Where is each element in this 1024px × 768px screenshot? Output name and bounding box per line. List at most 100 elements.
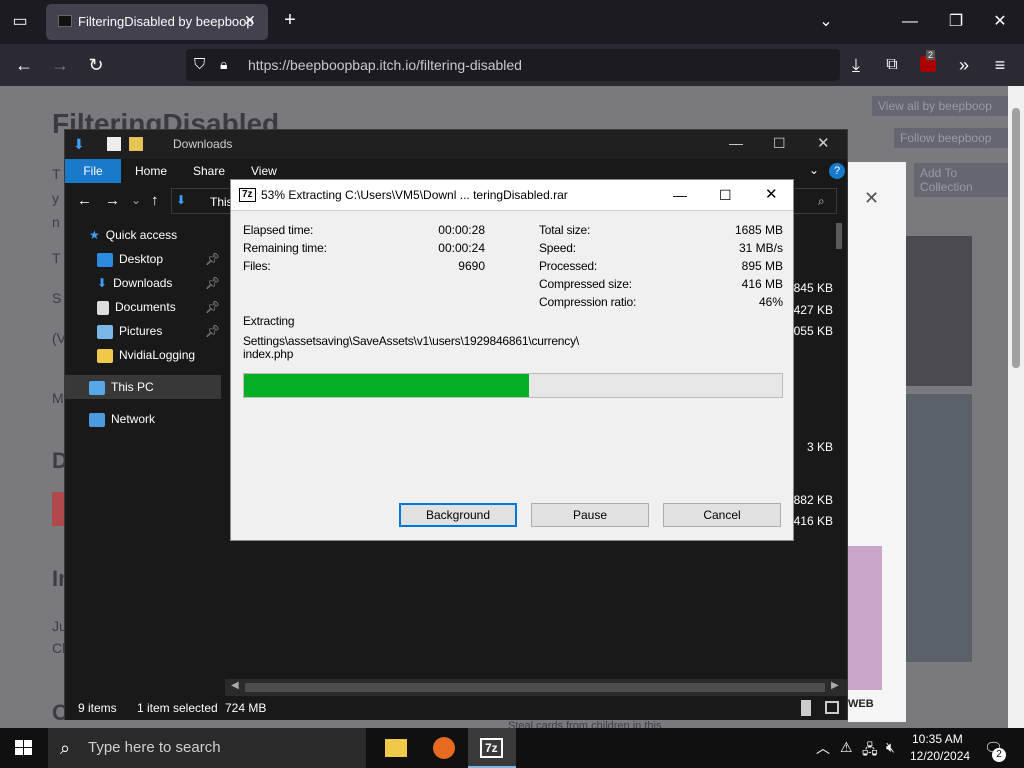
forward-icon[interactable]: → [50,55,70,75]
sidebar-item-documents[interactable]: Documents 📌︎ [97,295,221,319]
explorer-title-bar: ⬇ Downloads — ☐ ✕ [65,130,847,159]
new-tab-icon[interactable]: + [280,10,300,30]
taskbar-firefox[interactable] [420,728,468,768]
ribbon-view-tab[interactable]: View [251,164,277,178]
close-window-icon[interactable]: ✕ [990,12,1010,32]
details-view-icon[interactable] [801,700,811,716]
modal-close-icon[interactable]: ✕ [864,188,879,209]
url-text: https://beepboopbap.itch.io/filtering-di… [248,57,522,73]
sidebar-item-desktop[interactable]: Desktop 📌︎ [97,247,221,271]
scroll-right-icon[interactable]: ▶ [831,680,839,691]
shield-icon[interactable]: ⛉ [194,56,205,73]
pause-button[interactable]: Pause [531,503,649,527]
windows-start-icon[interactable] [15,740,33,756]
properties-icon[interactable] [107,137,121,151]
taskbar-search-box[interactable]: ⌕ Type here to search [48,728,366,768]
page-fragment: T [52,250,61,266]
scrollbar-thumb[interactable] [245,683,825,692]
7zip-app-icon: 7z [239,188,256,202]
browser-tab[interactable]: FilteringDisabled by beepboop ✕ [46,4,268,40]
close-tab-icon[interactable]: ✕ [244,12,256,29]
add-to-collection-button[interactable]: Add To Collection [914,163,1012,197]
minimize-icon[interactable]: — [673,180,687,210]
file-size: 3 KB [806,440,833,454]
sidebar-item-downloads[interactable]: ⬇ Downloads 📌︎ [97,271,221,295]
view-all-button[interactable]: View all by beepboop [872,96,1012,116]
pin-icon: 📌︎ [205,324,221,338]
sidebar-item-nvidialogging[interactable]: NvidiaLogging [97,343,195,367]
status-selected: 1 item selected [137,701,218,715]
up-icon[interactable]: ↑ [151,192,159,209]
close-icon[interactable]: ✕ [765,180,778,210]
ribbon-home-tab[interactable]: Home [135,164,167,178]
maximize-icon[interactable]: ☐ [773,135,786,152]
sidebar-item-this-pc[interactable]: This PC [65,375,221,399]
page-fragment: T [52,166,61,182]
divider [231,210,793,211]
folder-icon [97,348,113,363]
tab-list-icon[interactable]: ▭ [10,12,30,32]
remaining-time-label: Remaining time: [243,241,327,255]
menu-icon[interactable]: ≡ [990,55,1010,75]
total-size-label: Total size: [539,223,591,237]
extensions-icon[interactable]: ⧉ [882,55,902,75]
sidebar-item-quick-access[interactable]: ★ Quick access [89,223,177,247]
download-arrow-icon: ⬇ [176,193,187,207]
ribbon-share-tab[interactable]: Share [193,164,225,178]
downloads-icon[interactable]: ⤓ [846,55,866,75]
url-bar[interactable]: ⛉ 🔒︎ https://beepboopbap.itch.io/filteri… [186,49,840,81]
network-tray-icon[interactable]: 🖧︎ [862,739,878,763]
address-bar[interactable]: ⬇ This [171,188,233,214]
reload-icon[interactable]: ↻ [86,55,106,75]
overflow-chevrons-icon[interactable]: » [954,55,974,75]
sidebar-item-network[interactable]: Network [89,407,155,431]
help-icon[interactable]: ? [829,163,845,179]
dialog-title-bar: 7z 53% Extracting C:\Users\VM5\Downl ...… [231,180,793,210]
speed-value: 31 MB/s [738,241,783,255]
follow-button[interactable]: Follow beepboop [894,128,1012,148]
ublock-icon[interactable]: 2 [920,50,936,72]
progress-bar-fill [244,374,529,397]
status-size: 724 MB [225,701,267,715]
search-icon: ⌕ [60,738,71,758]
back-icon[interactable]: ← [77,192,92,209]
large-icons-view-icon[interactable] [825,701,839,714]
taskbar-file-explorer[interactable] [372,728,420,768]
taskbar-7zip[interactable]: 7z [468,728,516,768]
ribbon-collapse-icon[interactable]: ⌄ [809,163,819,177]
page-scrollbar[interactable] [1008,86,1024,730]
search-placeholder: Type here to search [88,739,221,756]
forward-icon[interactable]: → [105,192,120,209]
scroll-left-icon[interactable]: ◀ [231,680,239,691]
computer-icon [89,380,105,395]
file-size: 055 KB [793,324,833,338]
search-box[interactable]: ⌕ [793,188,837,214]
minimize-icon[interactable]: — [900,12,920,32]
modal-edge: ✕ WEB p! [848,162,906,752]
show-hidden-icons-icon[interactable]: ︿ [816,738,830,758]
chevron-down-icon[interactable]: ⌄ [816,12,836,32]
download-arrow-icon: ⬇ [73,136,85,152]
file-list-scrollbar[interactable] [833,219,847,679]
scrollbar-thumb[interactable] [836,223,842,249]
cancel-button[interactable]: Cancel [663,503,781,527]
tray-app-icon[interactable]: ⚠ [840,739,853,756]
recent-locations-icon[interactable]: ⌄ [131,193,141,207]
back-icon[interactable]: ← [14,55,34,75]
minimize-icon[interactable]: — [729,135,743,151]
restore-icon[interactable]: ❐ [946,12,966,32]
clock-time[interactable]: 10:35 AM [912,732,963,746]
lock-icon[interactable]: 🔒︎ [220,56,227,73]
ribbon-file-tab[interactable]: File [65,159,121,183]
clock-date[interactable]: 12/20/2024 [910,749,970,763]
sidebar-item-pictures[interactable]: Pictures 📌︎ [97,319,221,343]
scrollbar-thumb[interactable] [1012,108,1020,368]
horizontal-scrollbar[interactable]: ◀ ▶ [225,679,847,696]
pin-icon: 📌︎ [205,276,221,290]
extension-badge: 2 [926,50,936,60]
background-button[interactable]: Background [399,503,517,527]
close-icon[interactable]: ✕ [817,134,830,152]
maximize-icon[interactable]: ☐ [719,180,732,210]
new-folder-icon[interactable] [129,137,143,151]
volume-muted-icon[interactable]: 🔇︎ [886,739,895,756]
